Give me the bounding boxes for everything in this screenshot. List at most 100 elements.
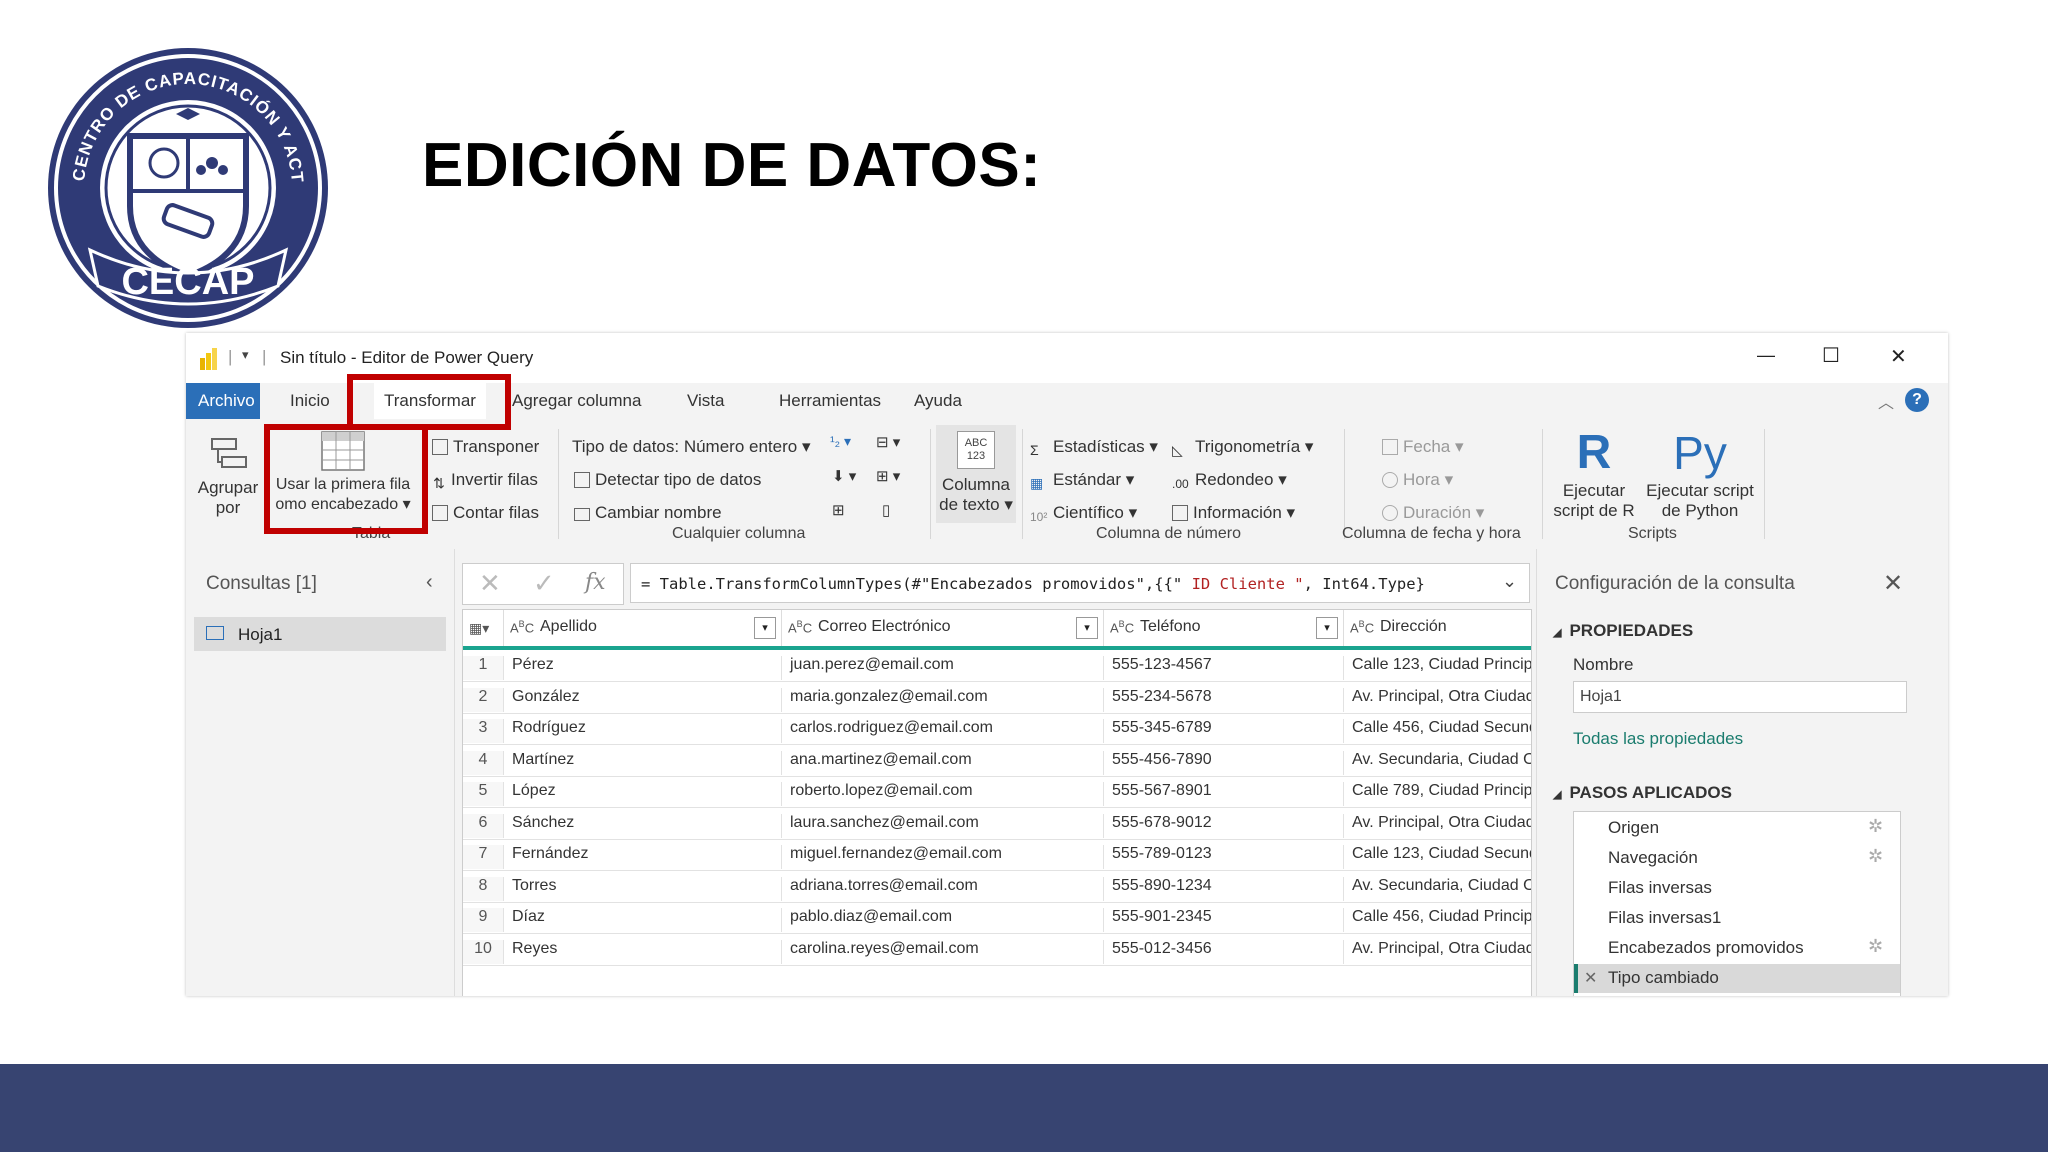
table-row[interactable]: 10 Reyes carolina.reyes@email.com 555-012-3…	[463, 934, 1531, 966]
text-type-icon[interactable]: ABC	[1110, 619, 1134, 635]
table-cell[interactable]: 555-567-8901	[1103, 782, 1343, 806]
text-type-icon[interactable]: ABC	[788, 619, 812, 635]
unpivot-icon[interactable]: ⊞ ▾	[876, 467, 900, 485]
applied-step[interactable]: ✕ Tipo cambiado	[1574, 964, 1900, 993]
column-header-telefono[interactable]: ABC Teléfono ▾	[1103, 610, 1344, 646]
applied-step[interactable]: Encabezados promovidos ✲	[1574, 934, 1900, 963]
table-cell[interactable]: 555-678-9012	[1103, 813, 1343, 838]
table-cell[interactable]: Torres	[503, 876, 781, 901]
columna-texto-button[interactable]: ABC 123 Columna de texto ▾	[936, 425, 1016, 523]
table-menu-icon[interactable]: ▦▾	[469, 620, 489, 637]
filter-dropdown-icon[interactable]: ▾	[1076, 617, 1098, 639]
tab-agregar-columna[interactable]: Agregar columna	[502, 383, 651, 419]
cancel-formula-icon[interactable]: ✕	[479, 568, 501, 599]
table-cell[interactable]: laura.sanchez@email.com	[781, 813, 1103, 838]
help-icon[interactable]: ?	[1905, 388, 1929, 412]
applied-step[interactable]: Navegación ✲	[1574, 844, 1900, 873]
column-header-direccion[interactable]: ABC Dirección	[1343, 610, 1532, 646]
minimize-button[interactable]: —	[1757, 345, 1775, 366]
ejecutar-python-button[interactable]: Py Ejecutar script de Python	[1642, 425, 1758, 521]
table-cell[interactable]: roberto.lopez@email.com	[781, 782, 1103, 806]
todas-propiedades-link[interactable]: Todas las propiedades	[1573, 729, 1743, 749]
redondeo-dropdown[interactable]: .00 Redondeo ▾	[1172, 470, 1287, 495]
tab-archivo[interactable]: Archivo	[186, 383, 260, 419]
close-settings-icon[interactable]: ✕	[1883, 569, 1903, 598]
table-row[interactable]: 8 Torres adriana.torres@email.com 555-890-1…	[463, 871, 1531, 903]
tab-vista[interactable]: Vista	[677, 383, 735, 419]
collapse-ribbon-icon[interactable]: ︿	[1878, 389, 1894, 413]
table-row[interactable]: 9 Díaz pablo.diaz@email.com 555-901-2345 Cal…	[463, 902, 1531, 934]
table-cell[interactable]: 555-456-7890	[1103, 750, 1343, 775]
table-cell[interactable]: Calle 456, Ciudad Secundaria	[1343, 719, 1531, 743]
table-cell[interactable]: González	[503, 687, 781, 712]
table-cell[interactable]: 555-012-3456	[1103, 939, 1343, 964]
table-cell[interactable]: pablo.diaz@email.com	[781, 908, 1103, 932]
table-cell[interactable]: carolina.reyes@email.com	[781, 939, 1103, 964]
applied-step[interactable]: Filas inversas	[1574, 874, 1900, 903]
table-cell[interactable]: Av. Principal, Otra Ciudad	[1343, 939, 1531, 964]
expand-formula-icon[interactable]: ⌄	[1502, 571, 1517, 592]
props-section-title[interactable]: ◢ PROPIEDADES	[1553, 621, 1693, 641]
applied-step[interactable]: Filas inversas1	[1574, 904, 1900, 933]
filter-dropdown-icon[interactable]: ▾	[754, 617, 776, 639]
table-cell[interactable]: 555-234-5678	[1103, 687, 1343, 712]
gear-icon[interactable]: ✲	[1868, 846, 1883, 867]
table-cell[interactable]: López	[503, 782, 781, 806]
table-cell[interactable]: miguel.fernandez@email.com	[781, 845, 1103, 869]
table-cell[interactable]: maria.gonzalez@email.com	[781, 687, 1103, 712]
table-cell[interactable]: Rodríguez	[503, 719, 781, 743]
formula-input[interactable]: = Table.TransformColumnTypes(#"Encabezad…	[630, 563, 1530, 603]
table-cell[interactable]: juan.perez@email.com	[781, 656, 1103, 680]
table-cell[interactable]: Sánchez	[503, 813, 781, 838]
collapse-queries-icon[interactable]: ‹	[426, 571, 433, 594]
gear-icon[interactable]: ✲	[1868, 936, 1883, 957]
table-cell[interactable]: Av. Principal, Otra Ciudad	[1343, 687, 1531, 712]
table-cell[interactable]: Reyes	[503, 939, 781, 964]
replace-values-icon[interactable]: ¹₂ ▾	[830, 433, 851, 450]
transponer-button[interactable]: Transponer	[432, 437, 539, 457]
quick-access-dropdown-icon[interactable]: ▾	[242, 347, 249, 363]
tab-ayuda[interactable]: Ayuda	[904, 383, 972, 419]
tipo-datos-dropdown[interactable]: Tipo de datos: Número entero ▾	[572, 437, 810, 457]
estadisticas-dropdown[interactable]: Σ Estadísticas ▾	[1030, 437, 1158, 460]
tab-herramientas[interactable]: Herramientas	[769, 383, 891, 419]
text-type-icon[interactable]: ABC	[510, 619, 534, 635]
table-cell[interactable]: Pérez	[503, 656, 781, 680]
tab-inicio[interactable]: Inicio	[280, 383, 340, 419]
table-cell[interactable]: 555-123-4567	[1103, 656, 1343, 680]
table-cell[interactable]: Calle 789, Ciudad Principal	[1343, 782, 1531, 806]
ejecutar-r-button[interactable]: R Ejecutar script de R	[1550, 425, 1638, 521]
table-row[interactable]: 6 Sánchez laura.sanchez@email.com 555-678-9…	[463, 808, 1531, 840]
table-cell[interactable]: 555-901-2345	[1103, 908, 1343, 932]
duracion-dropdown[interactable]: Duración ▾	[1382, 503, 1484, 523]
table-cell[interactable]: Calle 123, Ciudad Principal	[1343, 656, 1531, 680]
fecha-dropdown[interactable]: Fecha ▾	[1382, 437, 1464, 457]
table-cell[interactable]: Av. Secundaria, Ciudad Otra	[1343, 750, 1531, 775]
table-cell[interactable]: Díaz	[503, 908, 781, 932]
table-row[interactable]: 2 González maria.gonzalez@email.com 555-234…	[463, 682, 1531, 714]
cambiar-nombre-button[interactable]: Cambiar nombre	[574, 503, 722, 523]
detectar-tipo-button[interactable]: Detectar tipo de datos	[574, 470, 761, 490]
pasos-section-title[interactable]: ◢ PASOS APLICADOS	[1553, 783, 1732, 803]
table-cell[interactable]: Av. Principal, Otra Ciudad	[1343, 813, 1531, 838]
table-cell[interactable]: Martínez	[503, 750, 781, 775]
hora-dropdown[interactable]: Hora ▾	[1382, 470, 1453, 490]
table-row[interactable]: 7 Fernández miguel.fernandez@email.com 555-…	[463, 839, 1531, 871]
column-header-correo[interactable]: ABC Correo Electrónico ▾	[781, 610, 1104, 646]
table-row[interactable]: 1 Pérez juan.perez@email.com 555-123-4567 Ca…	[463, 650, 1531, 682]
text-type-icon[interactable]: ABC	[1350, 619, 1374, 635]
filter-dropdown-icon[interactable]: ▾	[1316, 617, 1338, 639]
move-icon[interactable]: ⊟ ▾	[876, 433, 900, 451]
confirm-formula-icon[interactable]: ✓	[533, 568, 555, 599]
table-cell[interactable]: 555-890-1234	[1103, 876, 1343, 901]
table-cell[interactable]: Calle 456, Ciudad Principal	[1343, 908, 1531, 932]
convert-list-icon[interactable]: ▯	[882, 501, 890, 519]
query-item[interactable]: Hoja1	[194, 617, 446, 651]
table-row[interactable]: 4 Martínez ana.martinez@email.com 555-456-7…	[463, 745, 1531, 777]
table-cell[interactable]: adriana.torres@email.com	[781, 876, 1103, 901]
delete-step-icon[interactable]: ✕	[1584, 968, 1597, 988]
table-cell[interactable]: ana.martinez@email.com	[781, 750, 1103, 775]
close-button[interactable]: ✕	[1890, 344, 1907, 369]
table-cell[interactable]: Calle 123, Ciudad Secundaria	[1343, 845, 1531, 869]
maximize-button[interactable]: ☐	[1822, 343, 1840, 368]
